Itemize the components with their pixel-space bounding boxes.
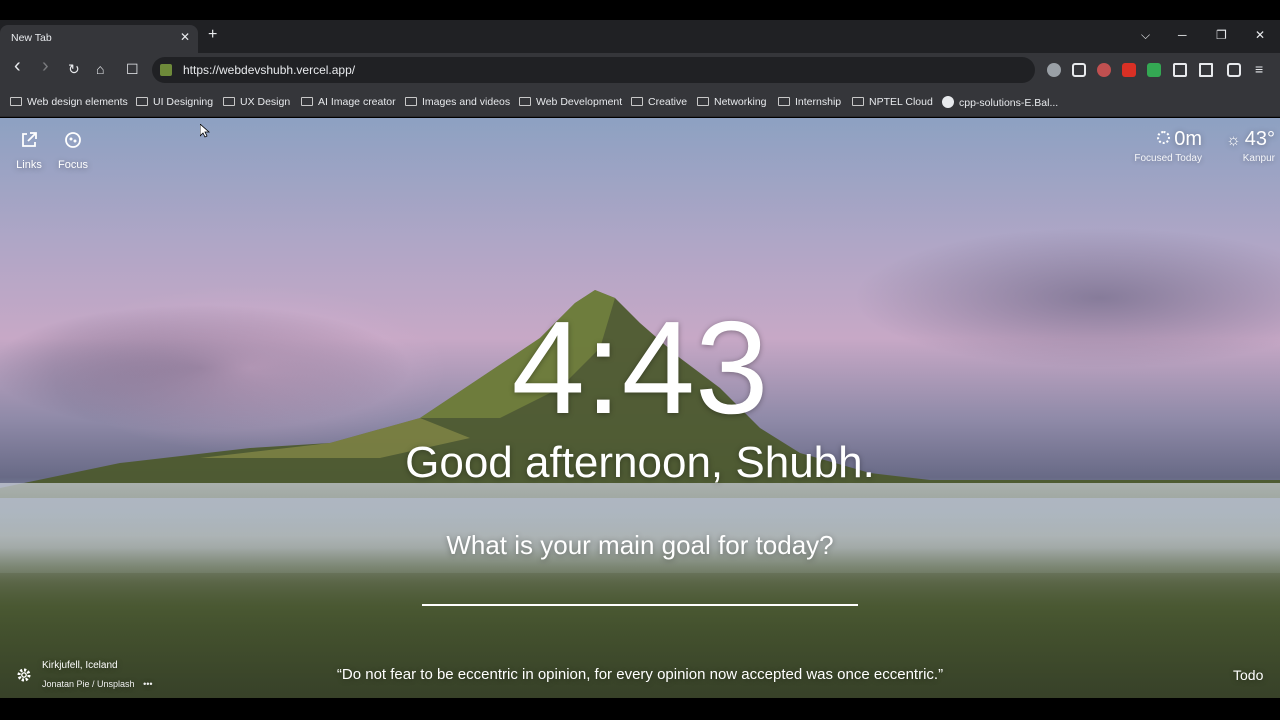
todo-button[interactable]: Todo (1233, 667, 1263, 683)
bookmark-label: UI Designing (153, 96, 214, 108)
browser-window: New Tab ✕ + ⌵ ─ ❐ ✕ ‹ › ↻ ⌂ ☐ https://we… (0, 0, 1280, 720)
folder-icon (697, 97, 709, 106)
bookmark-label: Images and videos (422, 96, 511, 108)
daily-quote: “Do not fear to be eccentric in opinion,… (336, 666, 944, 683)
bookmark-item[interactable]: AI Image creator (301, 96, 396, 108)
brain-icon (65, 132, 81, 148)
links-button[interactable]: Links (14, 130, 44, 171)
main-goal-input[interactable] (422, 576, 858, 606)
back-button[interactable]: ‹ (14, 56, 21, 76)
bookmarks-bar: Web design elements UI Designing UX Desi… (0, 87, 1280, 117)
new-tab-page: Links Focus 0m Focused Today ☼ 43° Kanpur… (0, 118, 1280, 698)
folder-icon (10, 97, 22, 106)
new-tab-button[interactable]: + (208, 27, 217, 43)
address-url[interactable]: https://webdevshubh.vercel.app/ (183, 63, 355, 77)
bookmark-label: NPTEL Cloud (869, 96, 933, 108)
bookmark-label: Web design elements (27, 96, 128, 108)
focus-ring-icon (1157, 131, 1171, 144)
close-window-button[interactable]: ✕ (1255, 28, 1265, 42)
red-extension-icon[interactable] (1122, 63, 1136, 77)
wallet-icon[interactable] (1227, 63, 1241, 77)
bookmark-label: Internship (795, 96, 842, 108)
focus-timer-widget[interactable]: 0m Focused Today (1112, 128, 1202, 164)
forward-button[interactable]: › (42, 56, 49, 76)
folder-icon (778, 97, 790, 106)
toolbar: ‹ › ↻ ⌂ ☐ https://webdevshubh.vercel.app… (0, 53, 1280, 87)
tab-strip: New Tab ✕ + ⌵ ─ ❐ ✕ (0, 20, 1280, 53)
color-extension-icon[interactable] (1097, 63, 1111, 77)
tab-new-tab[interactable]: New Tab ✕ (0, 25, 198, 53)
reload-button[interactable]: ↻ (68, 61, 80, 77)
weather-widget[interactable]: ☼ 43° Kanpur (1205, 128, 1275, 164)
bookmark-item[interactable]: Internship (778, 96, 841, 108)
folder-icon (631, 97, 643, 106)
focus-caption: Focused Today (1134, 153, 1202, 164)
extensions-puzzle-icon[interactable] (1173, 63, 1187, 77)
folder-icon (405, 97, 417, 106)
address-bar[interactable]: https://webdevshubh.vercel.app/ (152, 57, 1035, 83)
bookmark-label: AI Image creator (318, 96, 396, 108)
bookmark-item[interactable]: Creative (631, 96, 687, 108)
bookmark-item[interactable]: Images and videos (405, 96, 510, 108)
weather-location: Kanpur (1242, 153, 1275, 164)
bookmark-item[interactable]: Networking (697, 96, 767, 108)
focus-time: 0m (1174, 128, 1202, 150)
tab-close-icon[interactable]: ✕ (180, 30, 190, 44)
github-icon (942, 96, 954, 108)
tab-title: New Tab (11, 32, 52, 44)
mouse-cursor-icon (200, 124, 210, 138)
tab-search-icon[interactable]: ⌵ (1141, 28, 1150, 43)
clock: 4:43 (511, 294, 769, 441)
focus-label: Focus (58, 159, 88, 171)
links-label: Links (16, 159, 42, 171)
letterbox-bar (0, 698, 1280, 720)
bookmark-item[interactable]: cpp-solutions-E.Bal... (942, 96, 1058, 109)
bookmark-item[interactable]: UI Designing (136, 96, 213, 108)
menu-icon[interactable]: ≡ (1255, 61, 1263, 77)
folder-icon (519, 97, 531, 106)
bookmark-item[interactable]: Web Development (519, 96, 622, 108)
screen-extension-icon[interactable] (1072, 63, 1086, 77)
minimize-button[interactable]: ─ (1178, 28, 1187, 42)
folder-icon (301, 97, 313, 106)
restore-button[interactable]: ❐ (1216, 28, 1227, 42)
camera-extension-icon[interactable] (1047, 63, 1061, 77)
bookmark-item[interactable]: Web design elements (10, 96, 128, 108)
greeting: Good afternoon, Shubh. (405, 438, 875, 487)
bookmark-label: Networking (714, 96, 767, 108)
green-extension-icon[interactable] (1147, 63, 1161, 77)
external-link-icon (22, 132, 37, 147)
bookmark-label: Creative (648, 96, 688, 108)
focus-button[interactable]: Focus (56, 130, 90, 171)
bookmark-button[interactable]: ☐ (126, 61, 139, 77)
bookmark-label: UX Design (240, 96, 291, 108)
folder-icon (852, 97, 864, 106)
sun-icon: ☼ (1226, 132, 1241, 149)
bookmark-label: cpp-solutions-E.Bal... (959, 97, 1059, 109)
bookmark-item[interactable]: NPTEL Cloud (852, 96, 933, 108)
main-goal-question: What is your main goal for today? (446, 530, 834, 560)
side-panel-icon[interactable] (1199, 63, 1213, 77)
site-favicon-icon (160, 64, 172, 76)
folder-icon (136, 97, 148, 106)
bookmark-item[interactable]: UX Design (223, 96, 290, 108)
home-button[interactable]: ⌂ (96, 61, 104, 77)
folder-icon (223, 97, 235, 106)
bookmark-label: Web Development (536, 96, 623, 108)
temperature: 43° (1244, 128, 1275, 150)
